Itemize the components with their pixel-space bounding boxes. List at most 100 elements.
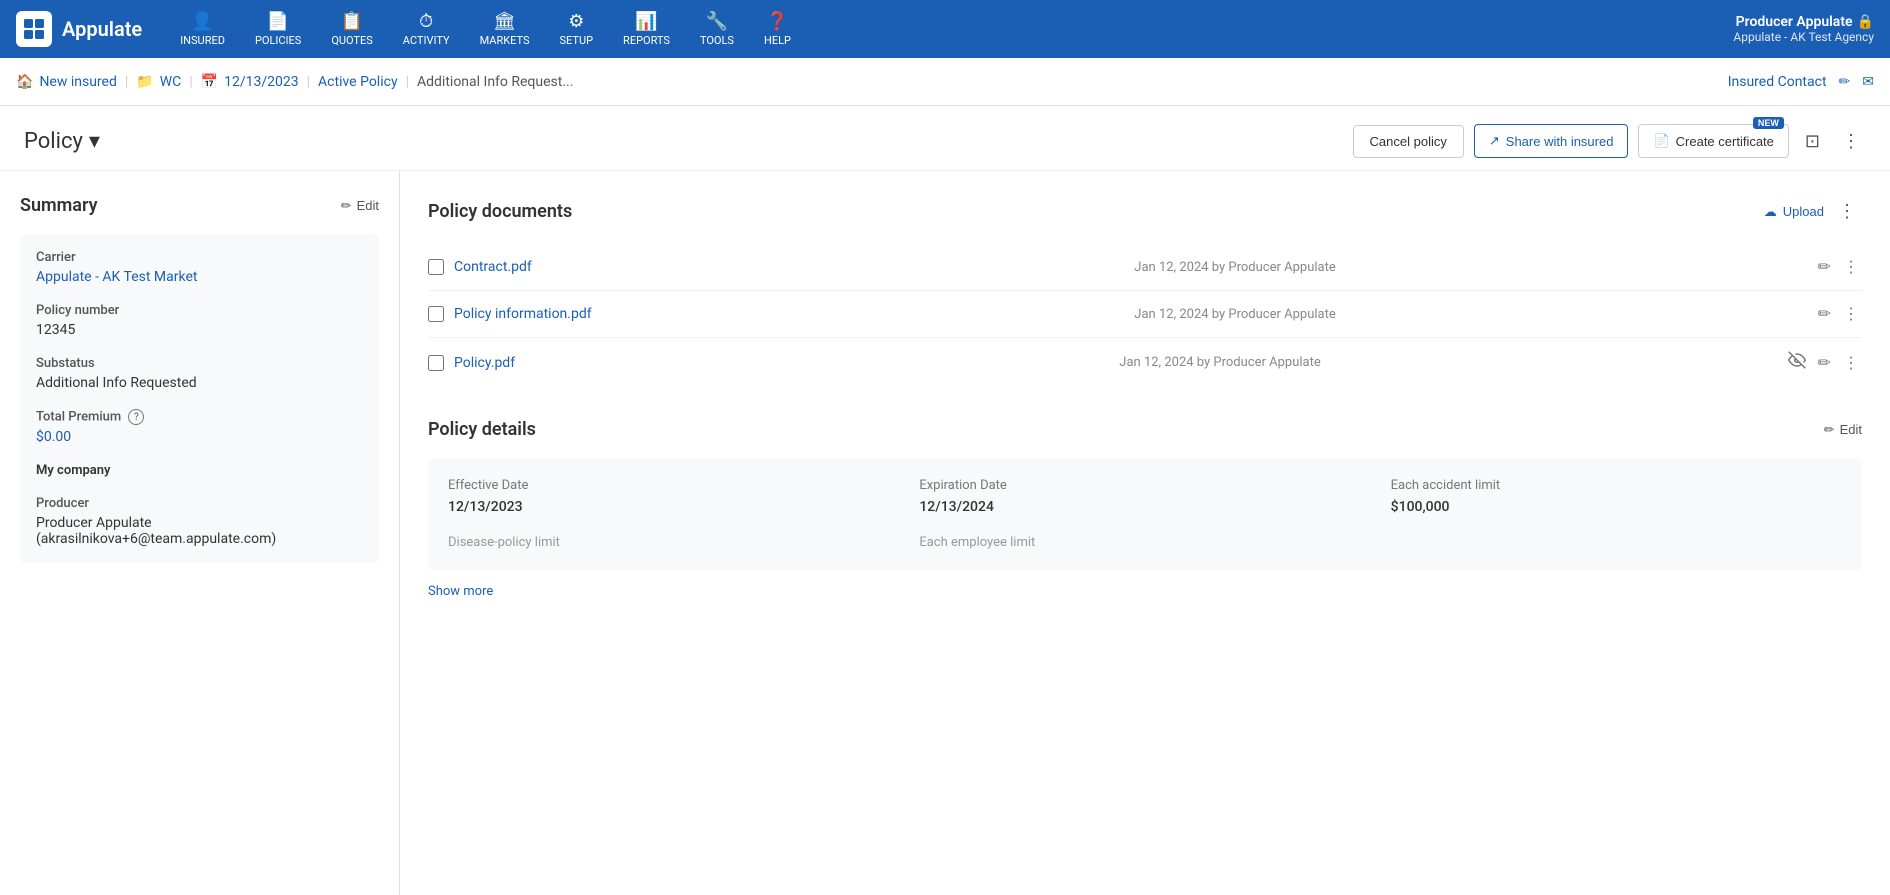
more-options-button-2[interactable]: ⋮	[1836, 125, 1866, 158]
document-row: Contract.pdf Jan 12, 2024 by Producer Ap…	[428, 244, 1862, 291]
document-edit-3[interactable]: ✏	[1815, 350, 1834, 376]
details-section-header: Policy details ✏ Edit	[428, 419, 1862, 440]
nav-markets-label: MARKETS	[480, 34, 530, 47]
disease-policy-label: Disease-policy limit	[448, 535, 899, 550]
nav-setup[interactable]: ⚙ SETUP	[546, 3, 608, 55]
insured-icon: 👤	[191, 11, 213, 32]
edit-contact-icon[interactable]: ✏	[1839, 74, 1851, 90]
summary-header: Summary ✏ Edit	[20, 195, 379, 216]
nav-tools-label: TOOLS	[700, 34, 734, 47]
home-icon: 🏠	[16, 74, 33, 90]
breadcrumb-date[interactable]: 📅 12/13/2023	[201, 74, 299, 90]
accident-limit-field: Each accident limit $100,000	[1391, 478, 1842, 515]
document-meta-3: Jan 12, 2024 by Producer Appulate	[1119, 355, 1774, 370]
details-title: Policy details	[428, 419, 536, 440]
document-checkbox-1[interactable]	[428, 259, 444, 275]
summary-card: Carrier Appulate - AK Test Market Policy…	[20, 234, 379, 563]
document-name-3[interactable]: Policy.pdf	[454, 355, 1109, 371]
folder-icon: 📁	[136, 74, 153, 90]
documents-title: Policy documents	[428, 201, 572, 222]
carrier-value[interactable]: Appulate - AK Test Market	[36, 269, 363, 285]
create-certificate-button[interactable]: NEW 📄 Create certificate	[1638, 124, 1788, 158]
certificate-icon: 📄	[1653, 133, 1669, 149]
producer-label: Producer	[36, 496, 363, 511]
document-checkbox-2[interactable]	[428, 306, 444, 322]
document-checkbox-3[interactable]	[428, 355, 444, 371]
employee-limit-field: Each employee limit	[919, 535, 1370, 550]
document-row: Policy.pdf Jan 12, 2024 by Producer Appu…	[428, 338, 1862, 387]
activity-icon: ⏱	[419, 11, 433, 32]
page-header: Policy ▾ Cancel policy ↗ Share with insu…	[0, 106, 1890, 171]
documents-more-button[interactable]: ⋮	[1832, 195, 1862, 228]
document-edit-2[interactable]: ✏	[1815, 301, 1834, 327]
edit-icon: ✏	[341, 198, 352, 214]
show-more-link[interactable]: Show more	[428, 584, 493, 599]
details-grid: Effective Date 12/13/2023 Expiration Dat…	[428, 458, 1862, 570]
total-premium-help-icon[interactable]: ?	[128, 409, 144, 425]
producer-value: Producer Appulate (akrasilnikova+6@team.…	[36, 515, 363, 547]
more-options-button-1[interactable]: ⊡	[1799, 125, 1826, 158]
total-premium-value: $0.00	[36, 429, 363, 445]
upload-button[interactable]: ☁ Upload	[1764, 204, 1824, 220]
logo-area[interactable]: Appulate	[16, 11, 142, 47]
share-with-insured-button[interactable]: ↗ Share with insured	[1474, 124, 1629, 158]
page-title[interactable]: Policy ▾	[24, 129, 100, 154]
right-panel: Policy documents ☁ Upload ⋮ Contract.pdf…	[400, 171, 1890, 895]
help-icon: ❓	[766, 11, 788, 32]
nav-quotes[interactable]: 📋 QUOTES	[317, 3, 386, 55]
document-name-1[interactable]: Contract.pdf	[454, 259, 1124, 275]
breadcrumb-wc[interactable]: 📁 WC	[136, 74, 181, 90]
breadcrumb-wc-label: WC	[160, 74, 182, 90]
setup-icon: ⚙	[568, 11, 584, 32]
effective-date-value: 12/13/2023	[448, 499, 899, 515]
breadcrumb-sep-2: |	[189, 74, 192, 90]
nav-policies-label: POLICIES	[255, 34, 301, 47]
user-agency: Appulate - AK Test Agency	[1733, 30, 1874, 44]
breadcrumb-sep-4: |	[406, 74, 409, 90]
document-more-1[interactable]: ⋮	[1840, 254, 1862, 280]
summary-edit-button[interactable]: ✏ Edit	[341, 198, 379, 214]
breadcrumb-additional-info-label: Additional Info Request...	[417, 74, 573, 90]
policy-number-value: 12345	[36, 322, 363, 338]
certificate-button-label: Create certificate	[1676, 134, 1774, 149]
disease-policy-field: Disease-policy limit	[448, 535, 899, 550]
document-more-3[interactable]: ⋮	[1840, 350, 1862, 376]
document-actions-3: ✏ ⋮	[1785, 348, 1862, 377]
mail-contact-icon[interactable]: ✉	[1862, 74, 1874, 90]
breadcrumb-sep-1: |	[125, 74, 128, 90]
breadcrumb-new-insured-label: New insured	[39, 74, 116, 90]
app-name: Appulate	[62, 17, 142, 41]
user-name-text: Producer Appulate	[1736, 14, 1853, 30]
nav-help[interactable]: ❓ HELP	[750, 3, 805, 55]
employee-limit-label: Each employee limit	[919, 535, 1370, 550]
nav-tools[interactable]: 🔧 TOOLS	[686, 3, 748, 55]
breadcrumb-new-insured[interactable]: 🏠 New insured	[16, 74, 117, 90]
cancel-policy-button[interactable]: Cancel policy	[1353, 125, 1464, 158]
nav-reports-label: REPORTS	[623, 34, 670, 47]
document-edit-1[interactable]: ✏	[1815, 254, 1834, 280]
my-company-label: My company	[36, 463, 363, 478]
breadcrumb-additional-info[interactable]: Additional Info Request...	[417, 74, 573, 90]
nav-policies[interactable]: 📄 POLICIES	[241, 3, 315, 55]
nav-help-label: HELP	[764, 34, 791, 47]
insured-contact-link[interactable]: Insured Contact	[1728, 74, 1827, 90]
document-more-2[interactable]: ⋮	[1840, 301, 1862, 327]
details-edit-button[interactable]: ✏ Edit	[1824, 422, 1862, 438]
reports-icon: 📊	[635, 11, 657, 32]
nav-activity[interactable]: ⏱ ACTIVITY	[389, 3, 464, 55]
carrier-field: Carrier Appulate - AK Test Market	[36, 250, 363, 285]
policy-number-field: Policy number 12345	[36, 303, 363, 338]
expiration-date-label: Expiration Date	[919, 478, 1370, 493]
accident-limit-label: Each accident limit	[1391, 478, 1842, 493]
tools-icon: 🔧	[706, 11, 728, 32]
document-hide-3[interactable]	[1785, 348, 1809, 377]
nav-reports[interactable]: 📊 REPORTS	[609, 3, 684, 55]
carrier-label: Carrier	[36, 250, 363, 265]
summary-title: Summary	[20, 195, 98, 216]
document-name-2[interactable]: Policy information.pdf	[454, 306, 1124, 322]
nav-insured[interactable]: 👤 INSURED	[166, 3, 239, 55]
breadcrumb-active-policy[interactable]: Active Policy	[318, 74, 398, 90]
quotes-icon: 📋	[341, 11, 363, 32]
my-company-field: My company	[36, 463, 363, 478]
nav-markets[interactable]: 🏛 MARKETS	[466, 3, 544, 55]
